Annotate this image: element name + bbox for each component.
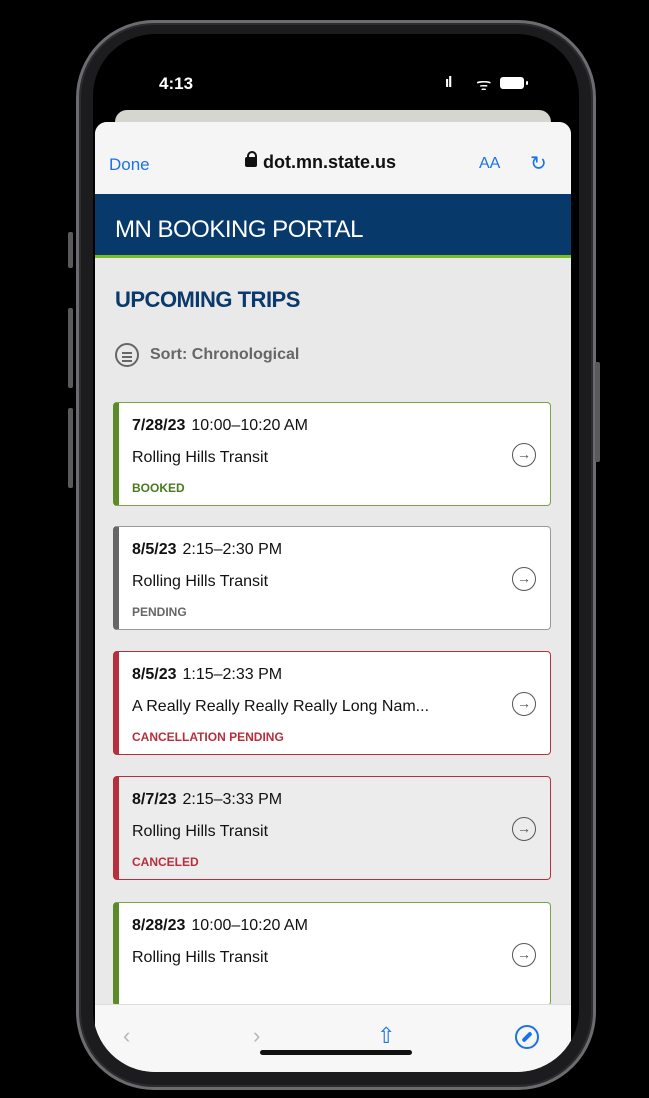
trip-provider: Rolling Hills Transit [132,823,269,840]
trip-card[interactable]: 7/28/23 10:00–10:20 AM Rolling Hills Tran… [113,402,551,506]
volume-down-button [68,408,73,488]
share-icon[interactable]: ⇧ [377,1023,395,1049]
text-size-button[interactable]: AA [479,155,500,173]
trip-provider: Rolling Hills Transit [132,449,269,466]
back-icon[interactable]: ‹ [123,1023,130,1049]
brand-title: MN BOOKING PORTAL [115,216,364,243]
arrow-right-icon[interactable]: → [512,943,536,967]
trip-time: 10:00–10:20 AM [191,917,308,934]
done-button[interactable]: Done [109,155,150,175]
wifi-icon: ᯤ [476,75,492,94]
url-text: dot.mn.state.us [263,152,397,172]
volume-up-button [68,308,73,388]
reload-icon[interactable]: ↻ [530,151,547,176]
sort-button[interactable]: Sort: Chronological [115,343,299,367]
sort-label: Sort: Chronological [150,346,300,363]
arrow-right-icon[interactable]: → [512,817,536,841]
trip-date: 8/5/23 [132,666,177,683]
phone-screen: 4:13 ıl ᯤ Done dot.mn.state.us AA ↻ MN B… [93,34,579,1072]
trip-time: 2:15–2:30 PM [182,541,283,558]
page-title: UPCOMING TRIPS [115,287,300,312]
trip-card[interactable]: 8/5/23 2:15–2:30 PM Rolling Hills Transit… [113,526,551,630]
trip-provider: Rolling Hills Transit [132,949,269,966]
sort-icon [115,343,139,367]
browser-navbar: Done dot.mn.state.us AA ↻ [95,122,571,194]
arrow-right-icon[interactable]: → [512,443,536,467]
home-indicator [260,1050,412,1055]
site-header: MN BOOKING PORTAL [95,194,571,258]
trip-datetime: 8/5/23 2:15–2:30 PM [132,541,282,559]
trip-date: 8/7/23 [132,791,177,808]
browser-sheet: Done dot.mn.state.us AA ↻ MN BOOKING POR… [95,122,571,1072]
trip-card[interactable]: 8/28/23 10:00–10:20 AM Rolling Hills Tran… [113,902,551,1006]
battery-icon [500,77,528,89]
forward-icon[interactable]: › [253,1023,260,1049]
address-bar[interactable]: dot.mn.state.us [245,151,397,173]
lock-icon [245,151,257,167]
trip-date: 7/28/23 [132,417,186,434]
trip-provider: A Really Really Really Really Long Nam..… [132,698,430,715]
trip-time: 10:00–10:20 AM [191,417,308,434]
trip-date: 8/5/23 [132,541,177,558]
arrow-right-icon[interactable]: → [512,692,536,716]
trip-date: 8/28/23 [132,917,186,934]
browser-toolbar: ‹ › ⇧ [95,1004,571,1072]
power-button [595,362,600,462]
trip-datetime: 8/7/23 2:15–3:33 PM [132,791,282,809]
trip-datetime: 8/5/23 1:15–2:33 PM [132,666,282,684]
status-time: 4:13 [159,74,194,93]
action-button [68,232,73,268]
trip-time: 1:15–2:33 PM [182,666,283,683]
dynamic-island [283,56,393,90]
trip-datetime: 7/28/23 10:00–10:20 AM [132,417,308,435]
trip-card[interactable]: 8/5/23 1:15–2:33 PM A Really Really Reall… [113,651,551,755]
trip-provider: Rolling Hills Transit [132,573,269,590]
arrow-right-icon[interactable]: → [512,567,536,591]
signal-icon: ıl [445,74,452,91]
trip-card[interactable]: 8/7/23 2:15–3:33 PM Rolling Hills Transit… [113,776,551,880]
trip-time: 2:15–3:33 PM [182,791,283,808]
compass-icon[interactable] [515,1025,539,1049]
trip-datetime: 8/28/23 10:00–10:20 AM [132,917,308,935]
